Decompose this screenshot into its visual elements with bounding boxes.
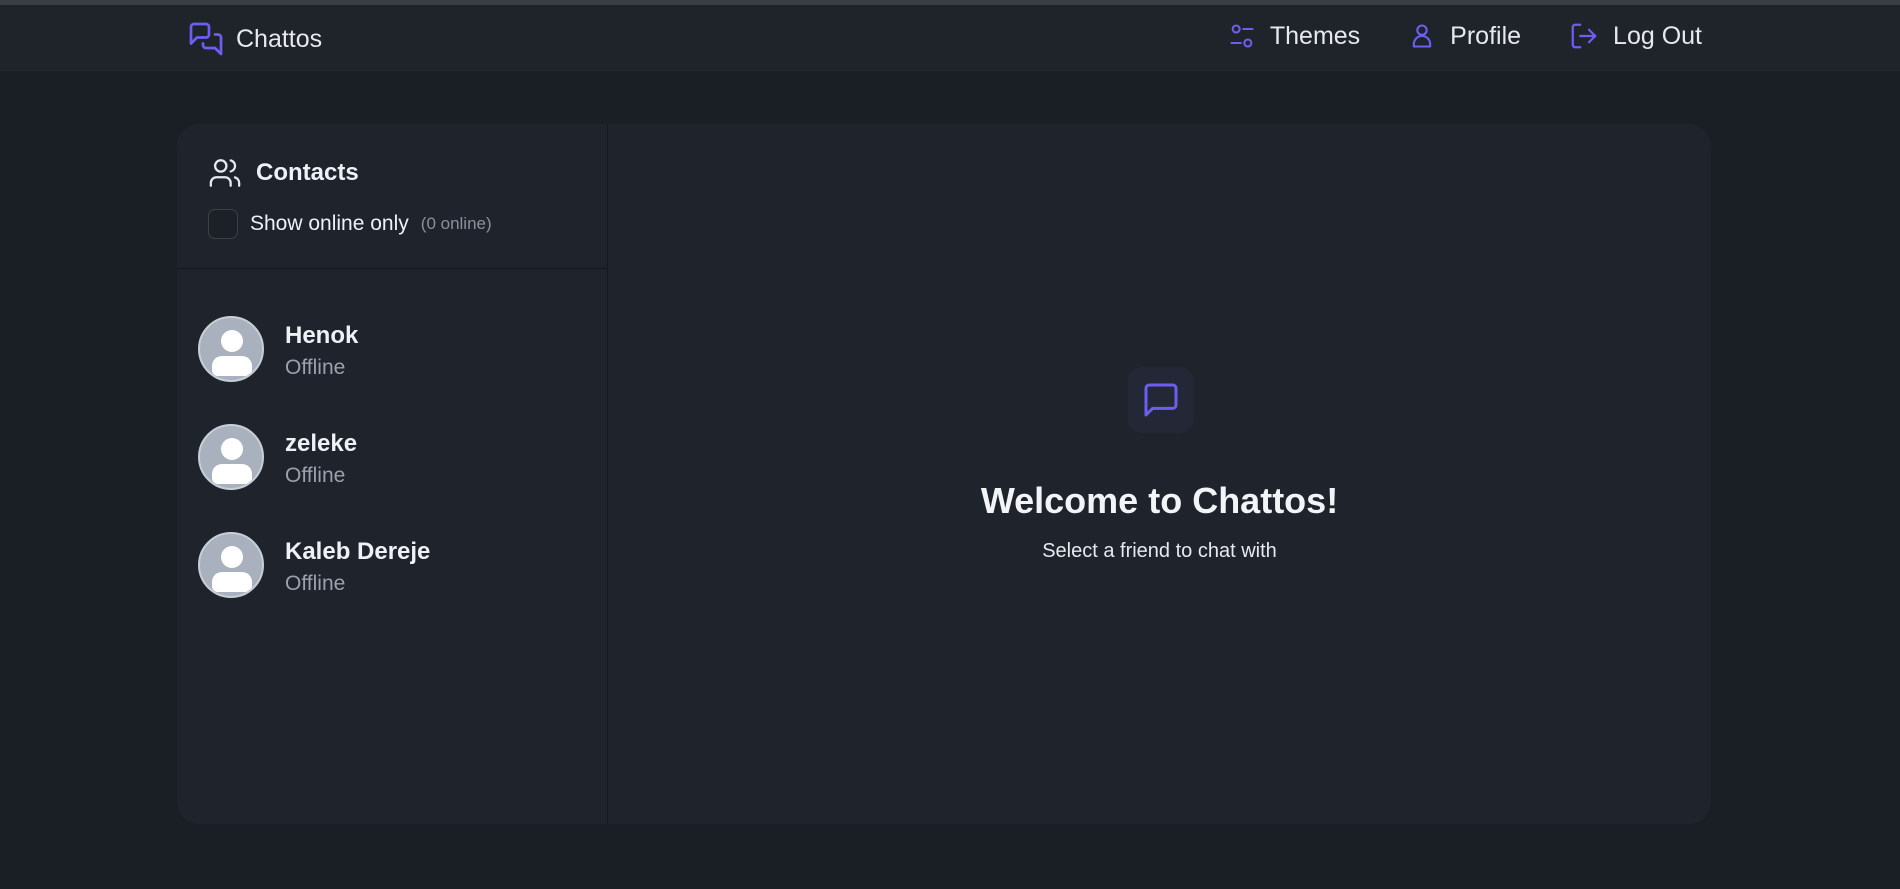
sidebar-header: Contacts Show online only (0 online) <box>177 124 608 269</box>
contact-item[interactable]: Henok Offline <box>177 306 608 406</box>
themes-link[interactable]: Themes <box>1228 22 1360 51</box>
nav-links: Themes Profile Log Out <box>1228 21 1702 51</box>
contact-status: Offline <box>285 572 346 595</box>
online-only-label[interactable]: Show online only <box>250 212 409 236</box>
avatar-head <box>221 546 243 568</box>
logout-label: Log Out <box>1613 21 1702 50</box>
avatar <box>198 532 264 598</box>
avatar <box>198 316 264 382</box>
chat-bubbles-icon <box>188 21 224 57</box>
logout-icon <box>1569 21 1599 51</box>
avatar-body <box>212 464 252 484</box>
contact-name: Kaleb Dereje <box>285 538 431 565</box>
profile-label: Profile <box>1450 21 1522 50</box>
avatar-head <box>221 330 243 352</box>
users-icon <box>208 156 242 190</box>
contacts-title: Contacts <box>256 159 359 186</box>
logout-link[interactable]: Log Out <box>1569 21 1702 51</box>
contact-item[interactable]: zeleke Offline <box>177 414 608 514</box>
contact-status: Offline <box>285 356 346 379</box>
online-count: (0 online) <box>420 214 492 233</box>
themes-label: Themes <box>1269 21 1361 50</box>
contacts-heading: Contacts <box>208 156 359 190</box>
online-filter: Show online only (0 online) <box>208 209 492 239</box>
welcome-panel: Welcome to Chattos! Select a friend to c… <box>608 124 1711 824</box>
online-only-checkbox[interactable] <box>208 209 238 239</box>
avatar-body <box>212 572 252 592</box>
chat-container: Contacts Show online only (0 online) Hen… <box>177 124 1711 824</box>
avatar-head <box>221 438 243 460</box>
avatar <box>198 424 264 490</box>
welcome-title: Welcome to Chattos! <box>980 480 1339 521</box>
contact-name: Henok <box>285 322 359 349</box>
profile-link[interactable]: Profile <box>1408 22 1521 51</box>
brand-name: Chattos <box>236 24 323 53</box>
navbar: Chattos Themes Profile Log Out <box>0 5 1900 71</box>
message-square-icon <box>1128 367 1194 433</box>
contact-status: Offline <box>285 464 346 487</box>
user-icon <box>1408 22 1436 50</box>
brand-link[interactable]: Chattos <box>188 21 322 57</box>
welcome-subtitle: Select a friend to chat with <box>1042 540 1277 562</box>
contact-name: zeleke <box>285 430 358 457</box>
sliders-icon <box>1228 22 1256 50</box>
contacts-sidebar: Contacts Show online only (0 online) Hen… <box>177 124 608 824</box>
avatar-body <box>212 356 252 376</box>
contact-item[interactable]: Kaleb Dereje Offline <box>177 522 608 622</box>
